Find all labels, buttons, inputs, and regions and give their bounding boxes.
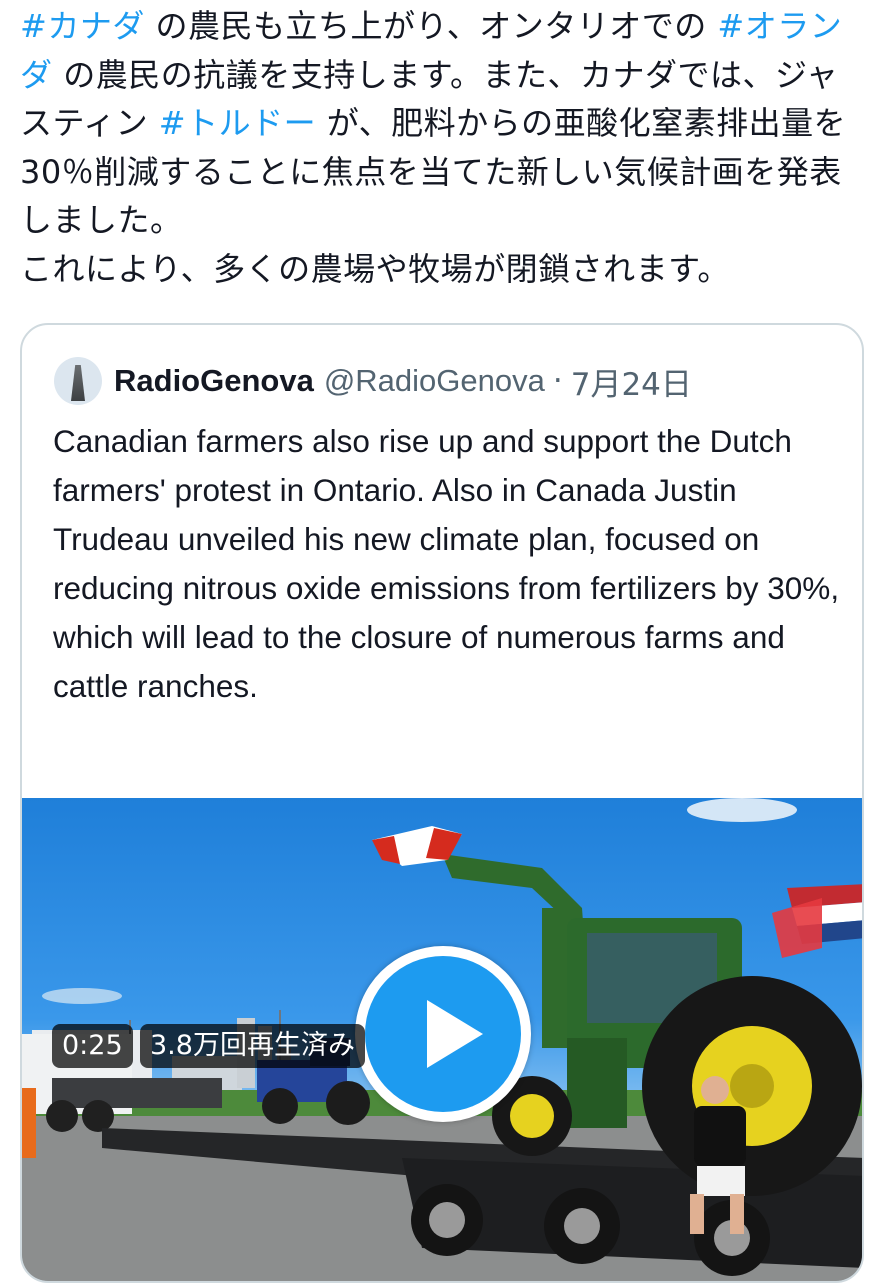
tweet-date[interactable]: 7月24日 [571, 359, 692, 404]
video-view-count-badge: 3.8万回再生済み [140, 1024, 365, 1068]
tweet-paragraph-1: #カナダ の農民も立ち上がり、オンタリオでの #オランダ の農民の抗議を支持しま… [20, 2, 865, 245]
play-button[interactable] [355, 946, 531, 1122]
author-handle[interactable]: @RadioGenova [324, 363, 545, 399]
play-icon [427, 1000, 483, 1068]
quoted-tweet-text: Canadian farmers also rise up and suppor… [53, 423, 840, 704]
video-duration-badge: 0:25 [52, 1024, 133, 1068]
hashtag-link-trudeau[interactable]: #トルドー [159, 104, 316, 142]
hashtag-link-canada[interactable]: #カナダ [20, 7, 145, 45]
quoted-tweet-header: RadioGenova @RadioGenova · 7月24日 [54, 355, 692, 407]
avatar[interactable] [54, 357, 102, 405]
avatar-image [71, 365, 85, 401]
quoted-tweet-card[interactable]: RadioGenova @RadioGenova · 7月24日 Canadia… [20, 323, 864, 1283]
author-name[interactable]: RadioGenova [114, 363, 314, 399]
play-button-circle [365, 956, 521, 1112]
tweet-text: #カナダ の農民も立ち上がり、オンタリオでの #オランダ の農民の抗議を支持しま… [20, 2, 865, 293]
tweet-text-segment: の農民も立ち上がり、オンタリオでの [144, 7, 718, 45]
tweet-paragraph-2: これにより、多くの農場や牧場が閉鎖されます。 [20, 249, 730, 288]
separator-dot: · [552, 363, 563, 399]
